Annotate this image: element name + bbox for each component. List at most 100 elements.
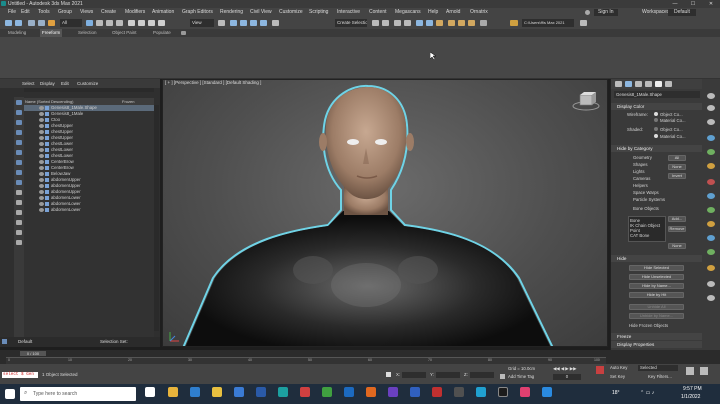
lock-selection-icon[interactable] bbox=[386, 372, 391, 377]
curve-editor-icon[interactable] bbox=[416, 20, 423, 26]
strip-icon-3[interactable] bbox=[707, 119, 715, 125]
tab-object-paint[interactable]: Object Paint bbox=[112, 29, 137, 37]
undo-icon[interactable] bbox=[5, 20, 12, 26]
add-time-tag-button[interactable]: Add Time Tag bbox=[508, 374, 534, 379]
render-setup-icon[interactable] bbox=[448, 20, 455, 26]
app-icon-sky[interactable] bbox=[542, 387, 552, 397]
y-coordinate-field[interactable] bbox=[436, 372, 460, 378]
filter-geometry-icon[interactable] bbox=[16, 100, 22, 105]
filter-groups-icon[interactable] bbox=[16, 160, 22, 165]
toggle-scene-explorer-icon[interactable] bbox=[394, 20, 401, 26]
visibility-icon[interactable] bbox=[39, 190, 44, 194]
list-item[interactable]: abdomenLower bbox=[24, 207, 154, 213]
shaded-material-color-radio[interactable] bbox=[654, 134, 658, 138]
close-button[interactable]: ✕ bbox=[702, 0, 720, 8]
visibility-icon[interactable] bbox=[39, 148, 44, 152]
visibility-icon[interactable] bbox=[39, 166, 44, 170]
material-editor-icon[interactable] bbox=[436, 20, 443, 26]
store-icon[interactable] bbox=[234, 387, 244, 397]
visibility-icon[interactable] bbox=[39, 124, 44, 128]
visibility-icon[interactable] bbox=[39, 184, 44, 188]
snaps-toggle-icon[interactable] bbox=[230, 20, 237, 26]
menu-views[interactable]: Views bbox=[80, 8, 93, 17]
ribbon-options-icon[interactable] bbox=[181, 31, 186, 35]
auto-key-button[interactable]: Auto Key bbox=[610, 365, 627, 370]
menu-edit[interactable]: Edit bbox=[21, 8, 30, 17]
se-menu-select[interactable]: Select bbox=[22, 79, 35, 88]
pivot-icon[interactable] bbox=[218, 20, 225, 26]
playback-controls[interactable]: ◀◀ ◀ ▶ ▶▶ bbox=[553, 366, 576, 372]
redo-icon[interactable] bbox=[15, 20, 22, 26]
unhide-by-name-button[interactable]: Unhide by Name... bbox=[629, 313, 684, 319]
mail-icon[interactable] bbox=[256, 387, 266, 397]
time-slider-thumb[interactable]: 0 / 100 bbox=[20, 351, 46, 356]
clock-time[interactable]: 9:57 PM bbox=[683, 386, 702, 392]
se-search-field[interactable] bbox=[24, 88, 154, 92]
mirror-icon[interactable] bbox=[372, 20, 379, 26]
unlink-icon[interactable] bbox=[38, 20, 45, 26]
word-icon[interactable] bbox=[410, 387, 420, 397]
filter-frozen-icon[interactable] bbox=[16, 200, 22, 205]
list-none-button[interactable]: None bbox=[668, 243, 686, 249]
visibility-icon[interactable] bbox=[39, 118, 44, 122]
strip-icon-2[interactable] bbox=[707, 105, 715, 111]
move-icon[interactable] bbox=[128, 20, 135, 26]
strip-icon-15[interactable] bbox=[707, 295, 715, 301]
menu-group[interactable]: Group bbox=[58, 8, 72, 17]
wireframe-object-color-radio[interactable] bbox=[654, 112, 658, 116]
strip-icon-4[interactable] bbox=[707, 135, 715, 141]
hide-by-name-button[interactable]: Hide by Name... bbox=[629, 283, 684, 289]
strip-icon-11[interactable] bbox=[707, 235, 715, 241]
visibility-icon[interactable] bbox=[39, 142, 44, 146]
filter-all-icon[interactable] bbox=[16, 220, 22, 225]
menu-rendering[interactable]: Rendering bbox=[220, 8, 243, 17]
category-space-warps-checkbox[interactable]: Space Warps bbox=[633, 190, 659, 195]
menu-modifiers[interactable]: Modifiers bbox=[125, 8, 145, 17]
strip-icon-14[interactable] bbox=[707, 281, 715, 287]
folder-icon[interactable] bbox=[510, 20, 518, 26]
viewport-navigation-icon[interactable] bbox=[700, 367, 708, 375]
menu-megascans[interactable]: Megascans bbox=[395, 8, 421, 17]
z-coordinate-field[interactable] bbox=[470, 372, 494, 378]
task-view-icon[interactable] bbox=[145, 387, 155, 397]
menu-interactive[interactable]: Interactive bbox=[337, 8, 360, 17]
visibility-icon[interactable] bbox=[39, 178, 44, 182]
clock-date[interactable]: 1/1/2022 bbox=[681, 394, 700, 400]
filter-containers-icon[interactable] bbox=[16, 190, 22, 195]
display-tab-icon[interactable] bbox=[655, 81, 662, 87]
bind-space-warp-icon[interactable] bbox=[48, 20, 55, 26]
app-icon-green[interactable] bbox=[322, 387, 332, 397]
strip-icon-1[interactable] bbox=[707, 93, 715, 99]
window-crossing-icon[interactable] bbox=[116, 20, 123, 26]
project-path-field[interactable]: C:\Users\ff\s Max 2021 bbox=[522, 19, 574, 27]
category-lights-checkbox[interactable]: Lights bbox=[633, 169, 644, 174]
edit-named-selection-icon[interactable] bbox=[272, 20, 279, 26]
utilities-tab-icon[interactable] bbox=[665, 81, 672, 87]
spinner-snap-icon[interactable] bbox=[260, 20, 267, 26]
menu-help[interactable]: Help bbox=[428, 8, 438, 17]
category-shapes-checkbox[interactable]: Shapes bbox=[633, 162, 648, 167]
time-slider[interactable]: 0 / 100 0 10 20 30 40 50 60 70 80 90 100 bbox=[0, 350, 720, 364]
percent-snap-icon[interactable] bbox=[250, 20, 257, 26]
character-model[interactable] bbox=[163, 80, 608, 347]
strip-icon-6[interactable] bbox=[707, 163, 715, 169]
filter-space-warps-icon[interactable] bbox=[16, 150, 22, 155]
x-coordinate-field[interactable] bbox=[402, 372, 426, 378]
render-production-icon[interactable] bbox=[468, 20, 475, 26]
freeze-rollout[interactable]: Freeze bbox=[611, 333, 703, 340]
workspace-dropdown[interactable]: Default bbox=[668, 9, 696, 16]
category-bone-objects-checkbox[interactable]: Bone Objects bbox=[633, 206, 659, 211]
strip-icon-9[interactable] bbox=[707, 207, 715, 213]
file-explorer-icon[interactable] bbox=[212, 387, 222, 397]
filter-cameras-icon[interactable] bbox=[16, 130, 22, 135]
reference-coordinate-dropdown[interactable]: View bbox=[190, 19, 214, 27]
menu-graph-editors[interactable]: Graph Editors bbox=[182, 8, 213, 17]
filter-bones-icon[interactable] bbox=[16, 180, 22, 185]
scene-explorer-scrollbar[interactable] bbox=[154, 105, 159, 331]
minimize-button[interactable]: — bbox=[666, 0, 684, 8]
schematic-view-icon[interactable] bbox=[426, 20, 433, 26]
named-selection-dropdown[interactable]: Create Selection Se bbox=[335, 19, 367, 27]
photoshop-icon[interactable] bbox=[344, 387, 354, 397]
visibility-icon[interactable] bbox=[39, 154, 44, 158]
filter-hidden-icon[interactable] bbox=[16, 210, 22, 215]
